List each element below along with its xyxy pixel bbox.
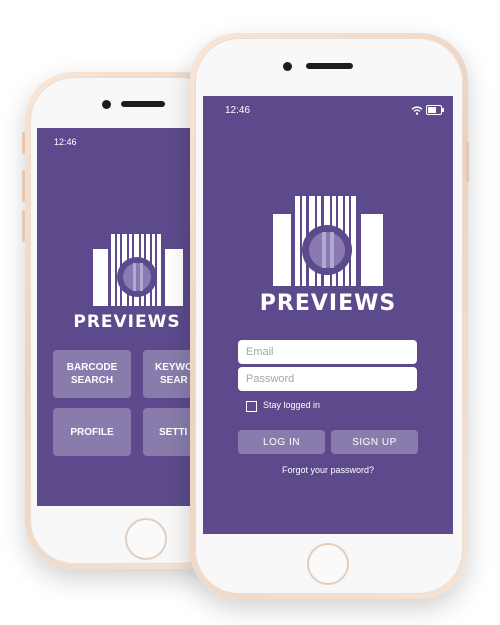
login-button[interactable]: LOG IN [238,430,325,454]
profile-tile[interactable]: PROFILE [53,408,131,456]
front-camera-icon [283,62,292,71]
tile-label: PROFILE [70,426,114,438]
home-button[interactable] [307,543,349,585]
front-phone-screen: 12:46 PREVIEWS Email Stay logged in LOG … [203,96,453,534]
mute-switch [22,132,25,154]
app-name: PREVIEWS [259,291,397,316]
back-phone-screen: 12:46 PREVIEWS BARCODE SEARCH KEYWO SEAR… [37,128,212,506]
email-field[interactable] [238,340,417,364]
signup-button-label: SIGN UP [352,436,397,448]
battery-icon [426,105,444,115]
status-time: 12:46 [225,105,251,116]
volume-down-button [22,210,25,242]
stay-logged-in-label: Stay logged in [263,400,321,410]
app-name: PREVIEWS [73,312,181,332]
volume-up-button [22,170,25,202]
front-camera-icon [102,100,111,109]
previews-logo-icon [273,196,383,286]
wifi-icon [411,106,423,115]
home-button[interactable] [125,518,167,560]
tile-label: BARCODE SEARCH [66,362,118,386]
stay-logged-in-checkbox[interactable] [246,401,257,412]
status-time: 12:46 [54,137,77,147]
barcode-search-tile[interactable]: BARCODE SEARCH [53,350,131,398]
password-field[interactable] [238,367,417,391]
speaker-grille [306,63,353,69]
forgot-password-link[interactable]: Forgot your password? [203,465,453,475]
login-button-label: LOG IN [263,436,300,448]
power-button [466,142,469,182]
tile-label: KEYWO SEAR [155,362,193,386]
tile-label: SETTI [159,426,188,438]
speaker-grille [121,101,165,107]
signup-button[interactable]: SIGN UP [331,430,418,454]
front-phone: 12:46 PREVIEWS Email Stay logged in LOG … [190,33,468,599]
previews-logo-icon [93,234,183,306]
